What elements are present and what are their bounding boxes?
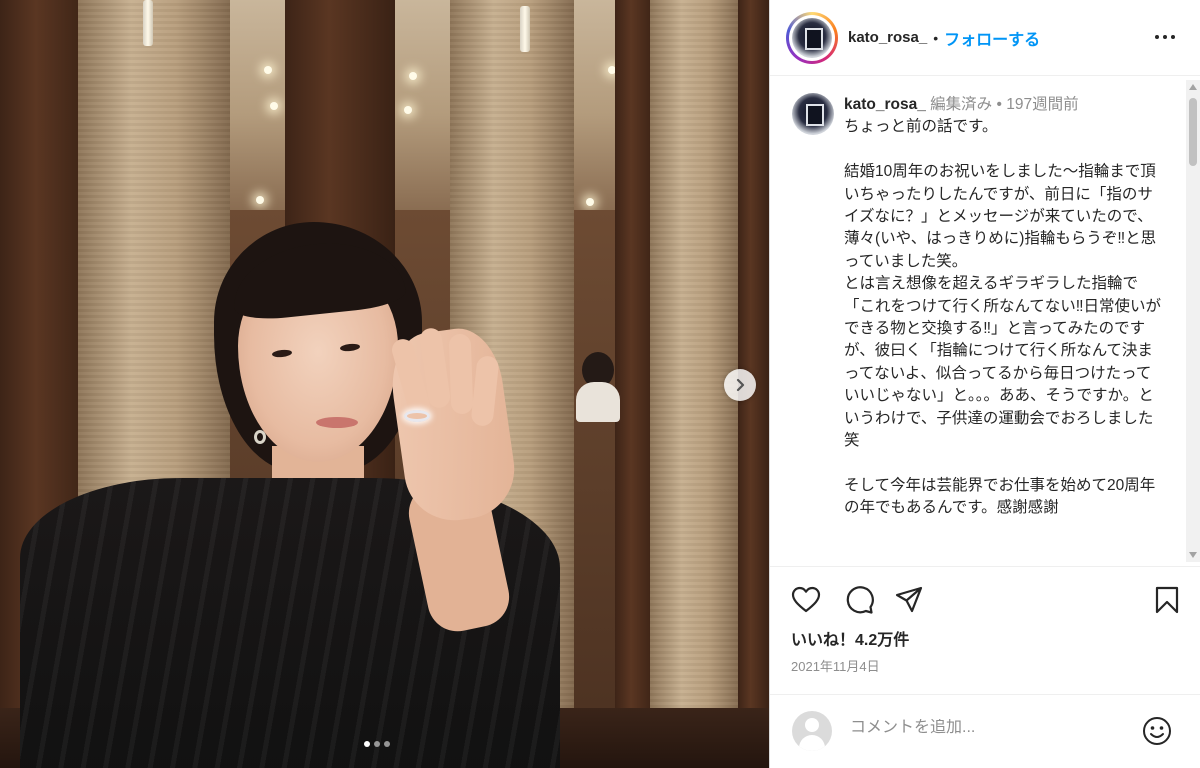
caption-username[interactable]: kato_rosa_ <box>844 96 926 113</box>
user-avatar-placeholder <box>792 711 832 751</box>
caption-meta: 編集済み • 197週間前 <box>925 96 1079 113</box>
earring <box>254 430 266 444</box>
action-bar <box>770 566 1200 626</box>
comment-bar <box>770 694 1200 768</box>
header-separator: • <box>933 29 939 46</box>
caption-avatar[interactable] <box>792 93 834 135</box>
post-side-panel: kato_rosa_ • フォローする kato_rosa_ 編集済み • 19… <box>769 0 1200 768</box>
profile-avatar[interactable] <box>786 11 838 64</box>
likes-count[interactable]: いいね！4.2万件 <box>791 626 909 650</box>
next-slide-button[interactable] <box>724 369 756 401</box>
carousel-dot <box>384 741 390 747</box>
caption-body: 結婚10周年のお祝いをしました〜指輪まで頂いちゃったりしたんですが、前日に「指の… <box>844 163 1161 517</box>
scroll-down-arrow[interactable] <box>1189 552 1197 558</box>
diamond-ring <box>404 410 430 422</box>
heart-icon[interactable] <box>791 585 821 615</box>
caption-scroll-area[interactable]: kato_rosa_ 編集済み • 197週間前 ちょっと前の話です。 結婚10… <box>770 77 1200 565</box>
carousel-dots <box>364 741 390 747</box>
bookmark-icon[interactable] <box>1152 585 1182 615</box>
finger <box>448 333 474 415</box>
woman-figure <box>0 0 769 768</box>
post-photo[interactable] <box>0 0 769 768</box>
chevron-right-icon <box>736 378 745 392</box>
caption-text: kato_rosa_ 編集済み • 197週間前 ちょっと前の話です。 結婚10… <box>844 94 1166 520</box>
emoji-icon[interactable] <box>1141 715 1173 747</box>
follow-button[interactable]: フォローする <box>944 26 1040 50</box>
post-header: kato_rosa_ • フォローする <box>770 0 1200 76</box>
caption-first-line: ちょっと前の話です。 <box>844 118 998 136</box>
comment-icon[interactable] <box>844 585 874 615</box>
post-date[interactable]: 2021年11月4日 <box>791 656 880 675</box>
lips <box>316 417 358 428</box>
scroll-thumb[interactable] <box>1189 98 1197 166</box>
more-options-icon[interactable] <box>1155 35 1175 39</box>
comment-input[interactable] <box>850 719 1130 737</box>
header-username[interactable]: kato_rosa_ <box>848 29 927 46</box>
caption-scrollbar[interactable] <box>1186 80 1200 562</box>
share-icon[interactable] <box>894 585 924 615</box>
carousel-dot-active <box>364 741 370 747</box>
carousel-dot <box>374 741 380 747</box>
scroll-up-arrow[interactable] <box>1189 84 1197 90</box>
